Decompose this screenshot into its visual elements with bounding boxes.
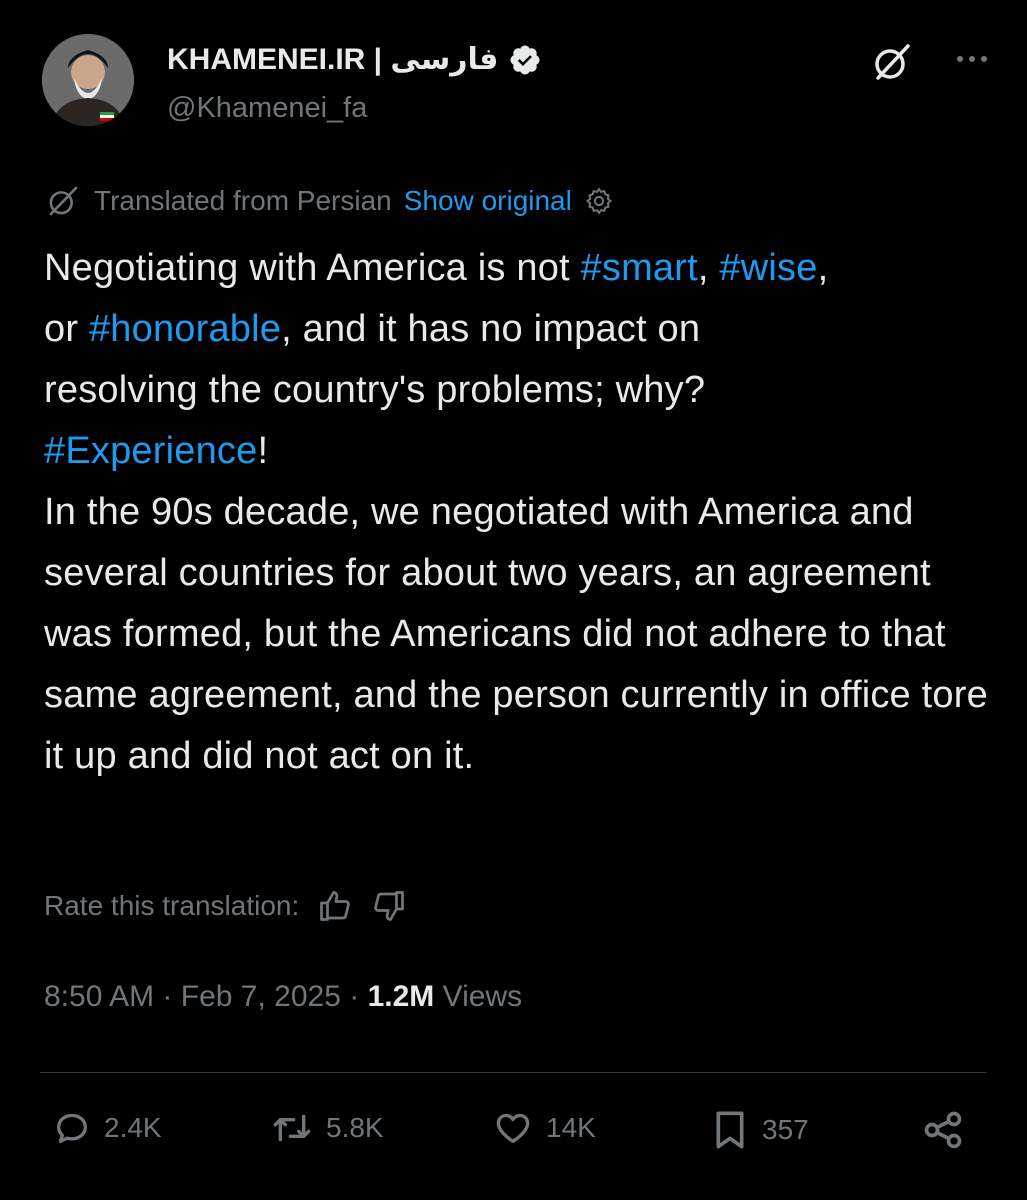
thumbs-down-icon[interactable] bbox=[371, 888, 407, 924]
repost-button[interactable]: 5.8K bbox=[270, 1108, 384, 1148]
repost-icon bbox=[273, 1114, 311, 1142]
author-handle[interactable]: @Khamenei_fa bbox=[167, 92, 367, 125]
rate-label: Rate this translation: bbox=[44, 890, 300, 921]
share-icon bbox=[924, 1111, 962, 1149]
repost-count: 5.8K bbox=[326, 1112, 384, 1143]
reply-button[interactable]: 2.4K bbox=[52, 1108, 162, 1148]
views-count[interactable]: 1.2M bbox=[368, 980, 435, 1013]
rate-translation: Rate this translation: bbox=[44, 888, 407, 924]
show-original-link[interactable]: Show original bbox=[404, 185, 572, 217]
tweet-meta: 8:50 AM · Feb 7, 2025 · 1.2M Views bbox=[44, 980, 522, 1014]
author-name-row[interactable]: KHAMENEI.IR | فارسی bbox=[167, 42, 542, 77]
hashtag-wise[interactable]: #wise bbox=[719, 247, 817, 289]
tweet-actions: 2.4K 5.8K 14K 357 bbox=[52, 1108, 982, 1158]
hashtag-experience[interactable]: #Experience bbox=[44, 430, 257, 472]
tweet-header: KHAMENEI.IR | فارسی @Khamenei_fa bbox=[42, 34, 992, 144]
thumbs-up-icon[interactable] bbox=[317, 888, 353, 924]
gear-icon[interactable] bbox=[584, 186, 614, 216]
tweet-text-segment: resolving the country's problems; why? bbox=[44, 369, 706, 411]
more-icon[interactable] bbox=[952, 44, 992, 74]
translation-bar: Translated from Persian Show original bbox=[44, 182, 614, 220]
bookmark-count: 357 bbox=[762, 1114, 809, 1145]
hashtag-honorable[interactable]: #honorable bbox=[89, 308, 281, 350]
like-button[interactable]: 14K bbox=[492, 1108, 596, 1148]
tweet-text-segment: , and it has no impact on bbox=[281, 308, 701, 350]
tweet-time[interactable]: 8:50 AM bbox=[44, 980, 154, 1013]
grok-icon[interactable] bbox=[870, 40, 914, 84]
hashtag-smart[interactable]: #smart bbox=[581, 247, 698, 289]
translated-label: Translated from Persian bbox=[94, 185, 392, 216]
tweet-text-segment: , bbox=[817, 247, 829, 289]
reply-icon bbox=[57, 1113, 88, 1143]
meta-separator: · bbox=[162, 980, 173, 1013]
verified-badge-icon bbox=[510, 44, 540, 75]
bookmark-icon bbox=[716, 1111, 744, 1149]
reply-count: 2.4K bbox=[104, 1112, 162, 1143]
tweet-text-segment: , bbox=[697, 247, 720, 289]
tweet-date[interactable]: Feb 7, 2025 bbox=[181, 980, 341, 1013]
author-name[interactable]: KHAMENEI.IR | فارسی bbox=[167, 42, 498, 77]
tweet-text: Negotiating with America is not #smart , … bbox=[44, 238, 994, 787]
heart-icon bbox=[496, 1113, 530, 1143]
share-button[interactable] bbox=[920, 1108, 966, 1152]
views-label[interactable]: Views bbox=[443, 980, 522, 1013]
divider bbox=[40, 1072, 987, 1073]
tweet-text-segment: ! bbox=[257, 430, 269, 472]
like-count: 14K bbox=[546, 1112, 596, 1143]
tweet-paragraph-2: In the 90s decade, we negotiated with Am… bbox=[44, 491, 988, 777]
tweet-text-segment: Negotiating with America is not bbox=[44, 247, 581, 289]
grok-translate-icon bbox=[49, 186, 78, 216]
avatar[interactable] bbox=[42, 34, 134, 126]
meta-separator: · bbox=[349, 980, 360, 1013]
bookmark-button[interactable]: 357 bbox=[710, 1108, 809, 1152]
tweet-text-segment: or bbox=[44, 308, 89, 350]
